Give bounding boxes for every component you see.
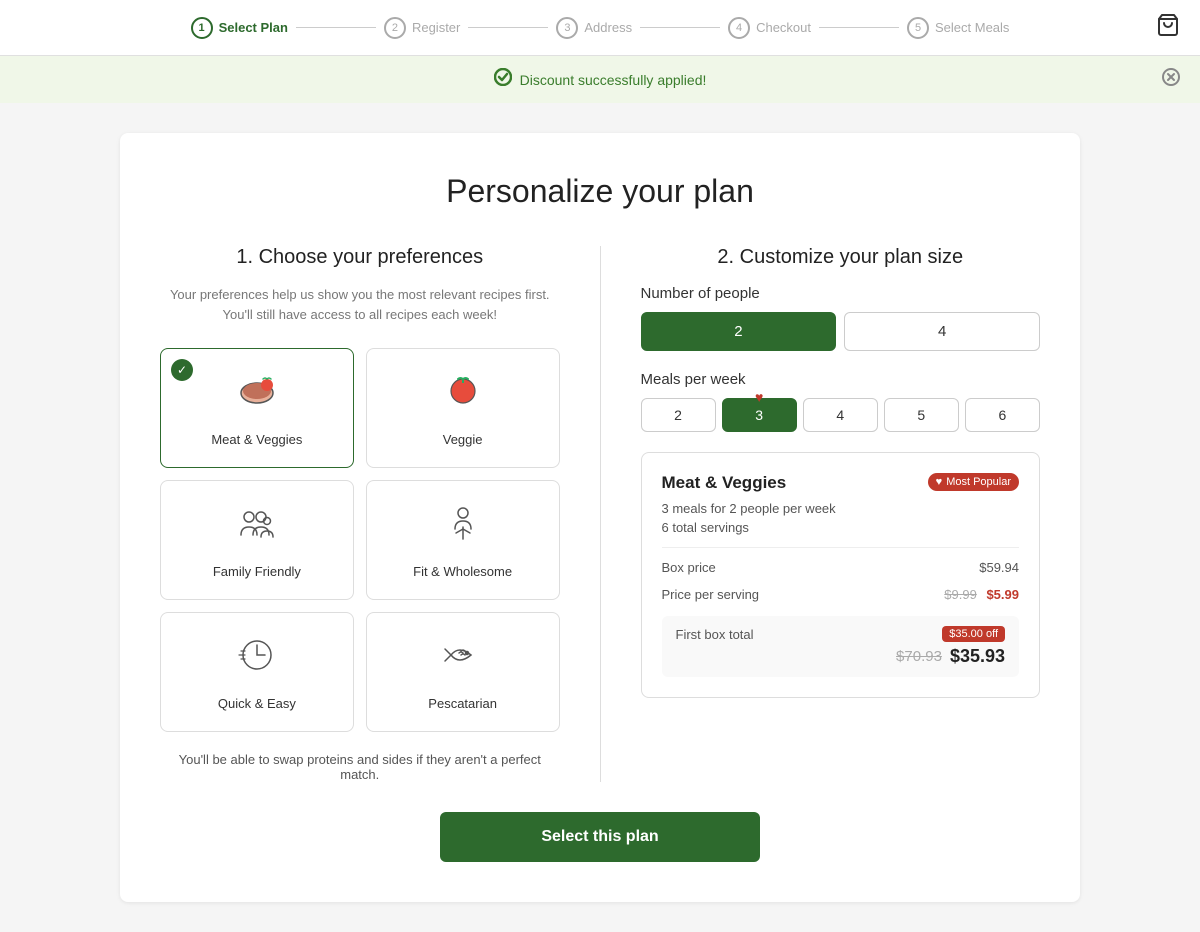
right-column: 2. Customize your plan size Number of pe…	[601, 246, 1041, 782]
price-per-serving-orig: $9.99	[944, 587, 977, 602]
summary-header: Meat & Veggies ♥ Most Popular	[662, 473, 1020, 493]
fit-wholesome-icon	[441, 501, 485, 554]
people-option-4[interactable]: 4	[844, 312, 1040, 351]
step-circle-1: 1	[191, 17, 213, 39]
people-option-2[interactable]: 2	[641, 312, 837, 351]
preferences-title: 1. Choose your preferences	[160, 246, 560, 269]
people-label: Number of people	[641, 285, 1041, 302]
pref-label-pescatarian: Pescatarian	[428, 696, 497, 711]
step-label-4: Checkout	[756, 20, 811, 35]
discount-badge: $35.00 off	[942, 626, 1005, 642]
first-box-header: First box total $35.00 off	[676, 626, 1006, 642]
meals-option-4[interactable]: 4	[803, 398, 878, 432]
first-box-orig-price: $70.93	[896, 648, 942, 665]
step-line-3	[640, 27, 720, 28]
first-box-final-price: $35.93	[950, 646, 1005, 667]
step-circle-2: 2	[384, 17, 406, 39]
preferences-grid: ✓ Meat & Veggies	[160, 348, 560, 732]
two-column-layout: 1. Choose your preferences Your preferen…	[160, 246, 1040, 782]
discount-banner: Discount successfully applied!	[0, 56, 1200, 103]
nav-step-5[interactable]: 5 Select Meals	[907, 17, 1009, 39]
step-circle-4: 4	[728, 17, 750, 39]
box-price-label: Box price	[662, 560, 716, 575]
step-line-4	[819, 27, 899, 28]
step-circle-3: 3	[556, 17, 578, 39]
nav-step-1[interactable]: 1 Select Plan	[191, 17, 288, 39]
customize-title: 2. Customize your plan size	[641, 246, 1041, 269]
meat-veggies-icon	[235, 369, 279, 422]
pref-card-meat-veggies[interactable]: ✓ Meat & Veggies	[160, 348, 354, 468]
step-circle-5: 5	[907, 17, 929, 39]
pref-card-quick-easy[interactable]: Quick & Easy	[160, 612, 354, 732]
meals-desc: 3 meals for 2 people per week	[662, 501, 1020, 516]
nav-header: 1 Select Plan 2 Register 3 Address 4 Che…	[0, 0, 1200, 56]
banner-close-icon[interactable]	[1162, 68, 1180, 91]
nav-step-4[interactable]: 4 Checkout	[728, 17, 811, 39]
pref-card-fit-wholesome[interactable]: Fit & Wholesome	[366, 480, 560, 600]
preferences-desc: Your preferences help us show you the mo…	[160, 285, 560, 324]
pref-card-veggie[interactable]: Veggie	[366, 348, 560, 468]
people-options: 2 4	[641, 312, 1041, 351]
pref-label-meat-veggies: Meat & Veggies	[211, 432, 302, 447]
cart-icon[interactable]	[1156, 13, 1180, 43]
first-box-row: First box total $35.00 off $70.93 $35.93	[662, 616, 1020, 677]
select-plan-button[interactable]: Select this plan	[440, 812, 760, 862]
step-label-3: Address	[584, 20, 632, 35]
pref-label-veggie: Veggie	[443, 432, 483, 447]
banner-check-icon	[494, 68, 512, 91]
meals-option-2[interactable]: 2	[641, 398, 716, 432]
servings-desc: 6 total servings	[662, 520, 1020, 535]
most-popular-badge: ♥ Most Popular	[928, 473, 1019, 491]
pref-label-family-friendly: Family Friendly	[213, 564, 301, 579]
family-friendly-icon	[235, 501, 279, 554]
banner-message: Discount successfully applied!	[520, 72, 707, 88]
step-line-1	[296, 27, 376, 28]
first-box-prices: $70.93 $35.93	[676, 646, 1006, 667]
step-label-1: Select Plan	[219, 20, 288, 35]
nav-steps: 1 Select Plan 2 Register 3 Address 4 Che…	[191, 17, 1010, 39]
step-label-5: Select Meals	[935, 20, 1009, 35]
meals-label: Meals per week	[641, 371, 1041, 388]
meals-options: 2 ♥ 3 4 5 6	[641, 398, 1041, 432]
pref-label-quick-easy: Quick & Easy	[218, 696, 296, 711]
price-per-serving-label: Price per serving	[662, 587, 760, 602]
pref-card-family-friendly[interactable]: Family Friendly	[160, 480, 354, 600]
nav-step-3[interactable]: 3 Address	[556, 17, 632, 39]
meals-row: Meals per week 2 ♥ 3 4 5 6	[641, 371, 1041, 432]
step-label-2: Register	[412, 20, 460, 35]
quick-easy-icon	[235, 633, 279, 686]
price-per-serving-values: $9.99 $5.99	[944, 587, 1019, 602]
heart-icon: ♥	[936, 476, 943, 488]
nav-step-2[interactable]: 2 Register	[384, 17, 460, 39]
box-price-value: $59.94	[979, 560, 1019, 575]
people-row: Number of people 2 4	[641, 285, 1041, 351]
pref-card-pescatarian[interactable]: Pescatarian	[366, 612, 560, 732]
pref-label-fit-wholesome: Fit & Wholesome	[413, 564, 512, 579]
selected-check-icon: ✓	[171, 359, 193, 381]
popular-heart-icon: ♥	[755, 389, 763, 405]
step-line-2	[468, 27, 548, 28]
meals-option-3[interactable]: ♥ 3	[722, 398, 797, 432]
swap-note: You'll be able to swap proteins and side…	[160, 752, 560, 782]
meals-option-5[interactable]: 5	[884, 398, 959, 432]
price-per-serving-new: $5.99	[986, 587, 1019, 602]
first-box-label: First box total	[676, 627, 754, 642]
price-per-serving-row: Price per serving $9.99 $5.99	[662, 581, 1020, 608]
summary-plan-name: Meat & Veggies	[662, 473, 787, 493]
main-content: Personalize your plan 1. Choose your pre…	[120, 133, 1080, 902]
left-column: 1. Choose your preferences Your preferen…	[160, 246, 601, 782]
box-price-row: Box price $59.94	[662, 547, 1020, 581]
veggie-icon	[441, 369, 485, 422]
summary-box: Meat & Veggies ♥ Most Popular 3 meals fo…	[641, 452, 1041, 698]
meals-option-6[interactable]: 6	[965, 398, 1040, 432]
page-title: Personalize your plan	[160, 173, 1040, 210]
pescatarian-icon	[441, 633, 485, 686]
